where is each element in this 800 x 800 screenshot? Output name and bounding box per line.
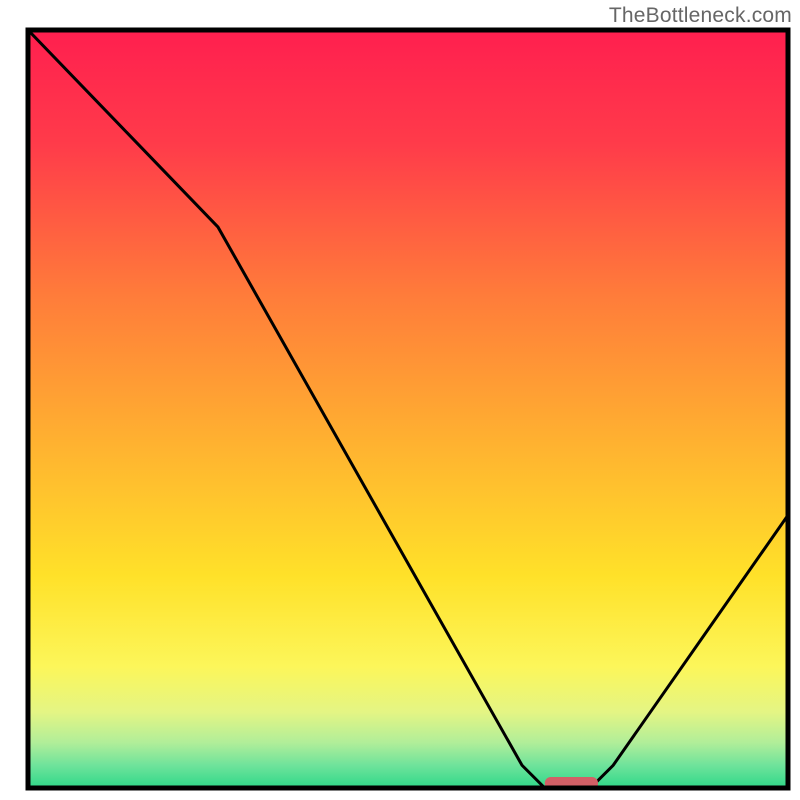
watermark-text: TheBottleneck.com: [609, 4, 792, 28]
chart-container: TheBottleneck.com: [0, 0, 800, 800]
bottleneck-chart: [0, 0, 800, 800]
plot-area: [28, 30, 788, 790]
gradient-background: [28, 30, 788, 788]
